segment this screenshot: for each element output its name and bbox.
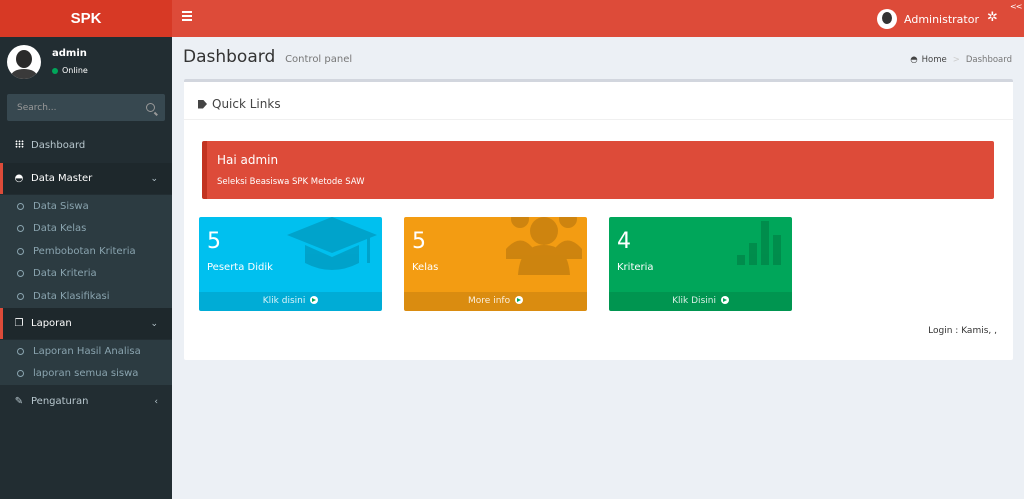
sidebar-item-laporan[interactable]: ❐ Laporan ⌄ [0,308,172,339]
copy-icon: ❐ [14,318,24,329]
gears-icon[interactable]: ✲ [987,10,998,25]
data-master-submenu: Data Siswa Data Kelas Pembobotan Kriteri… [0,195,172,308]
users-icon [506,217,582,275]
submenu-label: Data Siswa [33,200,89,212]
sidebar-toggle-icon[interactable] [182,11,192,25]
laporan-submenu: Laporan Hasil Analisa laporan semua sisw… [0,340,172,385]
submenu-item-data-klasifikasi[interactable]: Data Klasifikasi [0,285,172,308]
stat-box-peserta-didik: 5 Peserta Didik Klik disini [199,217,382,311]
submenu-label: Laporan Hasil Analisa [33,345,141,357]
submenu-label: Pembobotan Kriteria [33,245,136,257]
page-title: Dashboard [183,47,276,67]
sidebar: admin Online Dashboard ◓ Data Master ⌄ D… [0,37,172,499]
user-panel: admin Online [7,45,167,85]
user-menu-name: Administrator [904,12,979,26]
submenu-item-data-kriteria[interactable]: Data Kriteria [0,263,172,286]
submenu-item-laporan-semua-siswa[interactable]: laporan semua siswa [0,363,172,386]
box-title: Quick Links [198,97,281,111]
sidebar-item-label: Dashboard [31,140,86,151]
avatar [877,9,897,29]
stat-link-label: Klik disini [262,296,306,306]
stat-label: Kriteria [617,262,654,273]
user-menu[interactable]: Administrator [877,9,979,29]
double-chevron-left-icon[interactable]: << [1010,2,1022,11]
quick-links-box: Quick Links Hai admin Seleksi Beasiswa S… [184,79,1013,360]
chevron-left-icon: ‹ [154,396,158,407]
sidebar-item-label: Pengaturan [31,396,89,407]
user-status: Online [52,66,88,75]
brand-logo[interactable]: SPK [0,0,172,37]
circle-icon [17,247,24,255]
breadcrumb-separator: > [952,55,960,65]
submenu-item-data-kelas[interactable]: Data Kelas [0,218,172,241]
circle-icon [17,225,24,233]
arrow-circle-right-icon [720,296,729,304]
breadcrumb-current: Dashboard [965,55,1012,65]
search-input[interactable] [17,102,127,113]
online-dot-icon [52,67,58,74]
stat-label: Kelas [412,262,439,273]
chevron-down-icon: ⌄ [150,173,158,184]
stat-footer-link[interactable]: Klik Disini [609,292,792,311]
alert-text: Seleksi Beasiswa SPK Metode SAW [217,177,365,187]
arrow-circle-right-icon [514,296,523,304]
breadcrumb-home-link[interactable]: Home [922,55,947,65]
stat-value: 4 [617,229,631,254]
alert-title: Hai admin [217,153,279,167]
sidebar-search [7,94,165,121]
sidebar-item-data-master[interactable]: ◓ Data Master ⌄ [0,163,172,194]
stat-box-kelas: 5 Kelas More info [404,217,587,311]
bar-chart-icon [737,221,781,265]
tag-icon [198,99,207,109]
stat-value: 5 [207,229,221,254]
user-name: admin [52,48,87,59]
stat-label: Peserta Didik [207,262,273,273]
content-header: Dashboard Control panel [183,47,352,67]
circle-icon [17,270,24,278]
sidebar-item-label: Data Master [31,173,93,184]
submenu-label: Data Kelas [33,223,87,235]
stat-value: 5 [412,229,426,254]
submenu-label: Data Klasifikasi [33,290,110,302]
arrow-circle-right-icon [310,296,319,304]
stat-footer-link[interactable]: Klik disini [199,292,382,311]
box-title-text: Quick Links [212,97,281,111]
breadcrumb: ◓ Home > Dashboard [910,55,1012,65]
dashboard-icon: ◓ [910,55,918,65]
submenu-item-pembobotan-kriteria[interactable]: Pembobotan Kriteria [0,240,172,263]
login-info: Login : Kamis, , [928,326,997,336]
welcome-alert: Hai admin Seleksi Beasiswa SPK Metode SA… [202,141,994,199]
graduation-cap-icon [287,217,377,270]
avatar [7,45,41,79]
circle-icon [17,347,24,355]
wrench-icon: ✎ [14,396,24,407]
stat-link-label: Klik Disini [672,296,716,306]
submenu-item-laporan-hasil-analisa[interactable]: Laporan Hasil Analisa [0,340,172,363]
circle-icon [17,202,24,210]
top-navbar: SPK Administrator ✲ << [0,0,1024,37]
status-label: Online [62,66,88,75]
submenu-label: laporan semua siswa [33,368,139,380]
page-subtitle: Control panel [285,54,353,65]
dashboard-icon: ◓ [14,173,24,184]
stat-box-kriteria: 4 Kriteria Klik Disini [609,217,792,311]
divider [184,119,1013,120]
submenu-label: Data Kriteria [33,268,97,280]
search-icon[interactable] [146,103,155,112]
circle-icon [17,370,24,378]
sidebar-item-pengaturan[interactable]: ✎ Pengaturan ‹ [0,386,172,417]
circle-icon [17,292,24,300]
submenu-item-data-siswa[interactable]: Data Siswa [0,195,172,218]
stat-link-label: More info [468,296,511,306]
stat-footer-link[interactable]: More info [404,292,587,311]
sidebar-item-dashboard[interactable]: Dashboard [0,130,172,161]
chevron-down-icon: ⌄ [150,318,158,329]
sidebar-item-label: Laporan [31,318,72,329]
th-icon [14,140,24,151]
